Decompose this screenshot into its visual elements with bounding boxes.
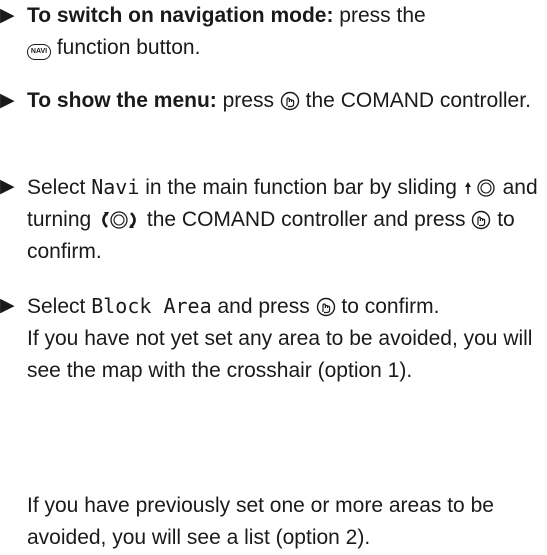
step-text-part: function button. — [56, 36, 201, 59]
step-text-part: press the — [339, 4, 426, 27]
step-switch-on-navigation: ▶ To switch on navigation mode: press th… — [0, 0, 545, 64]
step-lead: To show the menu: — [27, 89, 217, 112]
step-select-navi: ▶ Select Navi in the main function bar b… — [0, 171, 545, 268]
controller-press-icon — [280, 91, 300, 111]
step-text: To show the menu: press the COMAND contr… — [27, 85, 545, 117]
controller-press-icon — [472, 210, 491, 230]
step-text-part: press — [222, 89, 274, 112]
note-no-area-set: If you have not yet set any area to be a… — [27, 327, 533, 382]
navi-function-button-icon: NAVI — [27, 44, 51, 60]
step-text: Select Block Area and press to confirm. … — [27, 290, 545, 387]
bullet-arrow: ▶ — [0, 295, 15, 316]
step-text-part: to confirm. — [341, 295, 440, 318]
step-lead: To switch on navigation mode: — [27, 4, 334, 27]
menu-item-navi: Navi — [91, 175, 140, 199]
step-text-part: Select — [27, 176, 86, 199]
step-text: Select Navi in the main function bar by … — [27, 171, 545, 268]
bullet-arrow: ▶ — [0, 5, 15, 26]
step-text-part: the COMAND controller. — [305, 89, 531, 112]
menu-item-block-area: Block Area — [91, 294, 212, 318]
step-text-part: Select — [27, 295, 86, 318]
step-show-menu: ▶ To show the menu: press the COMAND con… — [0, 85, 545, 117]
step-select-block-area: ▶ Select Block Area and press to confirm… — [0, 290, 545, 387]
bullet-arrow: ▶ — [0, 90, 15, 111]
controller-turn-icon — [102, 211, 136, 229]
note-areas-set: If you have previously set one or more a… — [0, 490, 545, 554]
controller-press-icon — [316, 297, 335, 317]
step-text-part: and press — [217, 295, 310, 318]
step-text-part: the COMAND controller and press — [146, 208, 466, 231]
manual-page: ▶ To switch on navigation mode: press th… — [0, 0, 547, 555]
bullet-arrow: ▶ — [0, 176, 15, 197]
step-text-part: in the main function bar by sliding — [145, 176, 457, 199]
note-text: If you have previously set one or more a… — [27, 494, 494, 549]
step-text: To switch on navigation mode: press the … — [27, 0, 545, 64]
controller-slide-up-icon — [464, 179, 495, 197]
